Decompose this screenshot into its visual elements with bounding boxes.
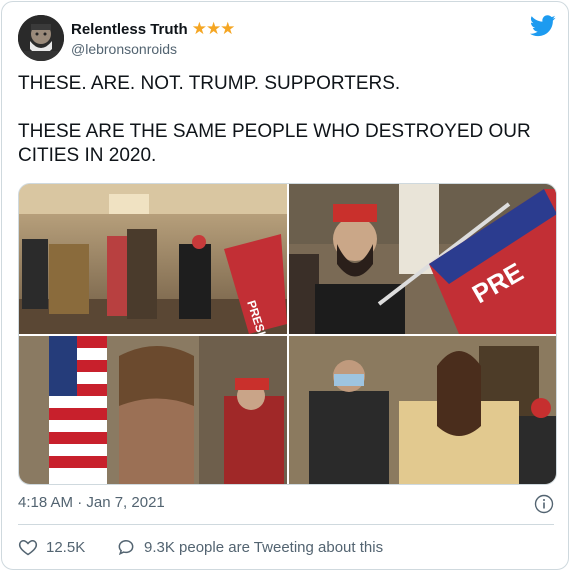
- tweet-text-line-2: THESE ARE THE SAME PEOPLE WHO DESTROYED …: [18, 121, 531, 166]
- conversation-text: 9.3K people are Tweeting about this: [144, 538, 384, 556]
- heart-icon: [18, 539, 38, 556]
- like-button[interactable]: 12.5K: [18, 537, 85, 557]
- like-count: 12.5K: [46, 538, 86, 556]
- divider: [18, 524, 554, 525]
- media-grid: PRESIDEN PRE: [18, 183, 557, 485]
- avatar[interactable]: [18, 15, 64, 61]
- twitter-bird-icon[interactable]: [530, 15, 556, 37]
- tweet-text: THESE. ARE. NOT. TRUMP. SUPPORTERS. THES…: [18, 72, 553, 192]
- comment-icon: [118, 539, 134, 556]
- photo-1[interactable]: PRESIDEN: [19, 184, 287, 334]
- author-names: Relentless Truth ★★★ @lebronsonroids: [71, 19, 236, 57]
- info-icon[interactable]: [534, 494, 554, 514]
- user-handle[interactable]: @lebronsonroids: [71, 41, 234, 57]
- tweet-timestamp[interactable]: 4:18 AM · Jan 7, 2021: [18, 494, 165, 511]
- tweet-header: Relentless Truth ★★★ @lebronsonroids: [18, 13, 556, 63]
- display-name[interactable]: Relentless Truth: [71, 21, 188, 38]
- tweet-text-line-1: THESE. ARE. NOT. TRUMP. SUPPORTERS.: [18, 73, 401, 94]
- tweet-card[interactable]: Relentless Truth ★★★ @lebronsonroids THES…: [1, 1, 569, 570]
- conversation-link[interactable]: 9.3K people are Tweeting about this: [116, 537, 383, 557]
- star-badge: ★★★: [191, 19, 236, 38]
- photo-4[interactable]: [289, 336, 556, 484]
- photo-3[interactable]: [19, 336, 287, 484]
- photo-2[interactable]: PRE: [289, 184, 556, 334]
